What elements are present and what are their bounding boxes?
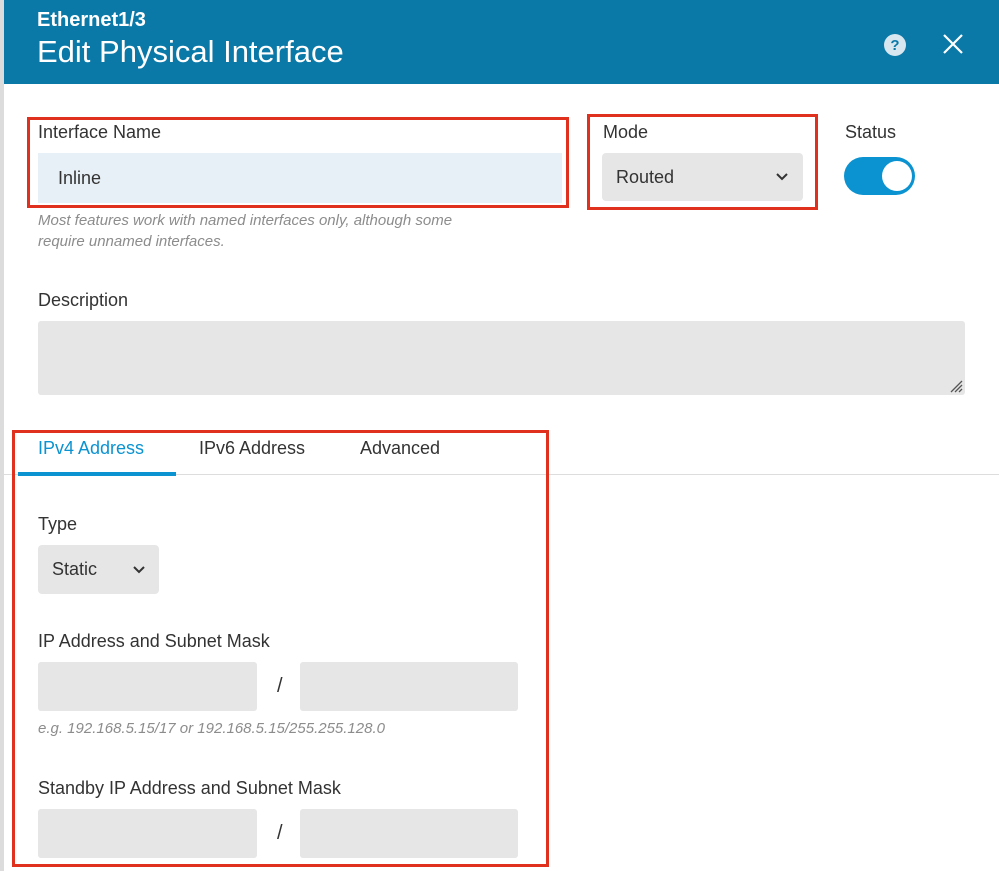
tab-advanced[interactable]: Advanced [360, 438, 440, 459]
subnet-mask-input[interactable] [300, 662, 518, 711]
interface-name-hint-line2: require unnamed interfaces. [38, 233, 225, 250]
dialog-title: Edit Physical Interface [37, 34, 344, 69]
status-toggle[interactable] [844, 157, 915, 195]
chevron-down-icon [133, 565, 145, 573]
ip-address-hint: e.g. 192.168.5.15/17 or 192.168.5.15/255… [38, 720, 385, 737]
chevron-down-icon [776, 173, 788, 181]
ip-address-input[interactable] [38, 662, 257, 711]
status-toggle-knob [882, 161, 912, 191]
description-label: Description [38, 290, 129, 310]
standby-ip-separator: / [277, 822, 283, 844]
standby-ip-label: Standby IP Address and Subnet Mask [38, 778, 341, 798]
window-left-edge [0, 0, 4, 871]
help-icon[interactable]: ? [884, 34, 906, 56]
interface-name-label: Interface Name [38, 122, 162, 142]
ip-separator: / [277, 675, 283, 697]
mode-select[interactable]: Routed [602, 153, 803, 201]
type-label: Type [38, 514, 78, 534]
tab-ipv4-address[interactable]: IPv4 Address [38, 438, 144, 459]
type-select-value: Static [52, 559, 98, 579]
status-label: Status [845, 122, 897, 142]
resize-grip-icon[interactable] [947, 377, 963, 393]
mode-select-value: Routed [616, 166, 675, 187]
interface-id: Ethernet1/3 [37, 9, 146, 31]
close-icon[interactable] [941, 32, 965, 56]
interface-name-input[interactable] [38, 153, 562, 203]
tab-ipv6-address[interactable]: IPv6 Address [199, 438, 305, 459]
ip-address-label: IP Address and Subnet Mask [38, 631, 270, 651]
dialog-header: Ethernet1/3 Edit Physical Interface ? [4, 0, 999, 84]
standby-subnet-mask-input[interactable] [300, 809, 518, 858]
standby-ip-input[interactable] [38, 809, 257, 858]
svg-text:?: ? [890, 37, 899, 54]
description-textarea[interactable] [38, 321, 965, 395]
active-tab-indicator [18, 472, 176, 476]
mode-label: Mode [603, 122, 649, 142]
type-select[interactable]: Static [38, 545, 159, 594]
interface-name-hint-line1: Most features work with named interfaces… [38, 212, 453, 229]
